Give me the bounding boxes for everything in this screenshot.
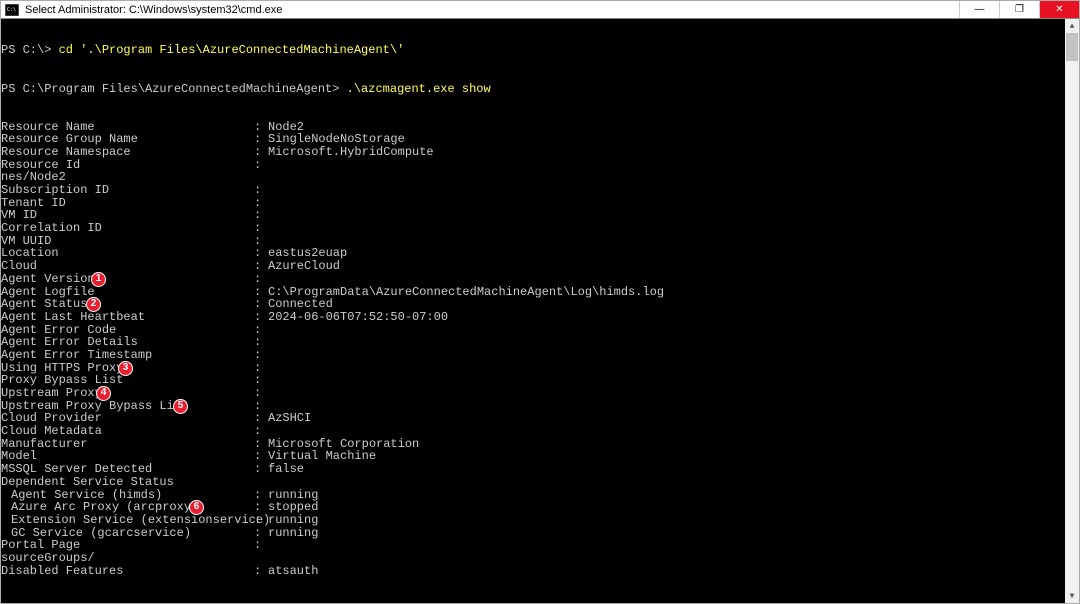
output-row: Resource Group Name:SingleNodeNoStorage <box>1 133 1065 146</box>
colon: : <box>254 387 261 400</box>
window-title: Select Administrator: C:\Windows\system3… <box>25 4 282 16</box>
row-value: atsauth <box>268 565 318 578</box>
row-value: AzureCloud <box>268 260 340 273</box>
output-row: Azure Arc Proxy (arcproxy):stopped6 <box>1 501 1065 514</box>
titlebar[interactable]: C:\ Select Administrator: C:\Windows\sys… <box>1 1 1079 19</box>
row-value: false <box>268 463 304 476</box>
scrollbar-thumb[interactable] <box>1066 33 1078 61</box>
svg-text:C:\: C:\ <box>7 6 16 12</box>
output-row: Agent Error Code: <box>1 324 1065 337</box>
output-row: Agent Error Timestamp: <box>1 349 1065 362</box>
output-row: Resource Id: <box>1 159 1065 172</box>
row-value: running <box>268 527 318 540</box>
output-row: Tenant ID: <box>1 197 1065 210</box>
output-row: Portal Page: <box>1 539 1065 552</box>
annotation-badge: 3 <box>118 361 133 376</box>
vertical-scrollbar[interactable]: ▲ ▼ <box>1065 19 1079 603</box>
output-row: Cloud Provider:AzSHCI <box>1 412 1065 425</box>
output-row: VM UUID: <box>1 235 1065 248</box>
colon: : <box>254 514 261 527</box>
minimize-button[interactable]: — <box>959 1 999 18</box>
row-label: Dependent Service Status <box>1 475 174 489</box>
output-row: Resource Namespace:Microsoft.HybridCompu… <box>1 146 1065 159</box>
annotation-badge: 4 <box>96 386 111 401</box>
output-row: Agent Version:1 <box>1 273 1065 286</box>
colon: : <box>254 539 261 552</box>
output-row: Agent Last Heartbeat:2024-06-06T07:52:50… <box>1 311 1065 324</box>
prompt-line: PS C:\> cd '.\Program Files\AzureConnect… <box>1 44 1065 57</box>
output-row: Subscription ID: <box>1 184 1065 197</box>
row-label: Extension Service (extensionservice) <box>1 513 270 527</box>
output-row: Model:Virtual Machine <box>1 450 1065 463</box>
output-row: Location:eastus2euap <box>1 247 1065 260</box>
colon: : <box>254 349 261 362</box>
output-row: Extension Service (extensionservice): run… <box>1 514 1065 527</box>
scrollbar-down-arrow[interactable]: ▼ <box>1065 589 1079 603</box>
terminal[interactable]: PS C:\> cd '.\Program Files\AzureConnect… <box>1 19 1079 603</box>
output-row: GC Service (gcarcservice):running <box>1 527 1065 540</box>
colon: : <box>254 463 261 476</box>
output-row: nes/Node2 <box>1 171 1065 184</box>
prompt-line: PS C:\Program Files\AzureConnectedMachin… <box>1 83 1065 96</box>
row-value: running <box>268 514 318 527</box>
output-row: Cloud Metadata: <box>1 425 1065 438</box>
maximize-button[interactable]: ❐ <box>999 1 1039 18</box>
row-value: AzSHCI <box>268 412 311 425</box>
output-row: sourceGroups/ <box>1 552 1065 565</box>
output-row: Using HTTPS Proxy:3 <box>1 362 1065 375</box>
output-row: Agent Logfile:C:\ProgramData\AzureConnec… <box>1 286 1065 299</box>
cmd-window: C:\ Select Administrator: C:\Windows\sys… <box>0 0 1080 604</box>
colon: : <box>254 260 261 273</box>
colon: : <box>254 311 261 324</box>
scrollbar-up-arrow[interactable]: ▲ <box>1065 19 1079 33</box>
colon: : <box>254 222 261 235</box>
annotation-badge: 1 <box>91 272 106 287</box>
output-row: Proxy Bypass List: <box>1 374 1065 387</box>
output-row: Disabled Features: atsauth <box>1 565 1065 578</box>
output-row: Cloud:AzureCloud <box>1 260 1065 273</box>
colon: : <box>254 146 261 159</box>
colon: : <box>254 184 261 197</box>
colon: : <box>254 565 261 578</box>
output-row: Dependent Service Status <box>1 476 1065 489</box>
annotation-badge: 5 <box>173 399 188 414</box>
row-value: Microsoft.HybridCompute <box>268 146 434 159</box>
output-row: VM ID: <box>1 209 1065 222</box>
terminal-content: PS C:\> cd '.\Program Files\AzureConnect… <box>1 19 1065 603</box>
close-button[interactable]: ✕ <box>1039 1 1079 18</box>
colon: : <box>254 159 261 172</box>
colon: : <box>254 425 261 438</box>
output-row: Upstream Proxy Bypass List:5 <box>1 400 1065 413</box>
output-row: Resource Name:Node2 <box>1 121 1065 134</box>
colon: : <box>254 273 261 286</box>
window-controls: — ❐ ✕ <box>959 1 1079 18</box>
output-row: Agent Error Details: <box>1 336 1065 349</box>
output-row: Correlation ID: <box>1 222 1065 235</box>
cmd-icon: C:\ <box>3 1 21 19</box>
row-label: Disabled Features <box>1 564 123 578</box>
output-row: Agent Status:Connected2 <box>1 298 1065 311</box>
output-row: Manufacturer:Microsoft Corporation <box>1 438 1065 451</box>
row-value: 2024-06-06T07:52:50-07:00 <box>268 311 448 324</box>
